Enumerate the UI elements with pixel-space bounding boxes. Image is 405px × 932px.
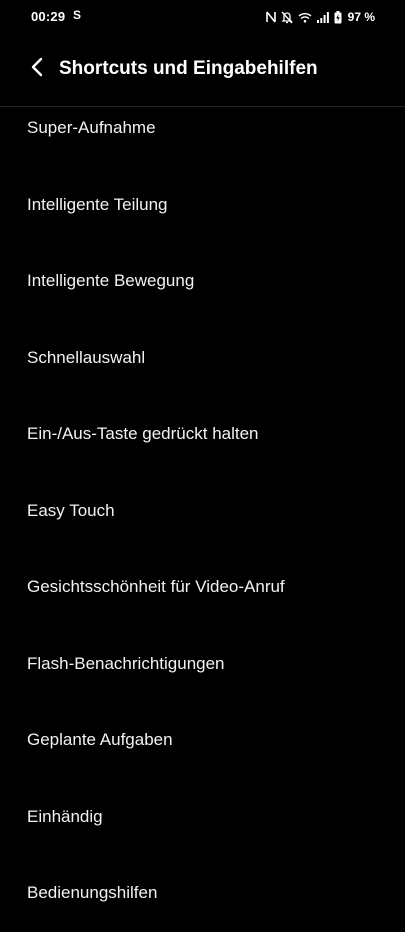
list-item-label: Easy Touch <box>27 500 115 520</box>
list-item-flash-benachrichtigungen[interactable]: Flash-Benachrichtigungen <box>0 626 405 703</box>
list-item-label: Gesichtsschönheit für Video-Anruf <box>27 577 285 596</box>
list-item-label: Flash-Benachrichtigungen <box>27 653 225 673</box>
signal-icon <box>316 11 329 23</box>
mute-icon <box>281 11 293 24</box>
nfc-icon <box>265 11 276 23</box>
list-item-geplante-aufgaben[interactable]: Geplante Aufgaben <box>0 702 405 779</box>
wifi-icon <box>298 12 312 23</box>
list-item-gesichtsschoenheit[interactable]: Gesichtsschönheit für Video-Anruf <box>0 549 405 626</box>
battery-percent: 97 % <box>347 10 375 24</box>
app-notification-icon: S <box>73 8 82 22</box>
list-item-bedienungshilfen[interactable]: Bedienungshilfen <box>0 855 405 932</box>
status-bar: 00:29 S 97 % <box>0 0 405 34</box>
list-item-label: Intelligente Teilung <box>27 194 168 214</box>
list-item-label: Ein-/Aus-Taste gedrückt halten <box>27 424 259 443</box>
list-item-label: Geplante Aufgaben <box>27 730 173 749</box>
status-icons: 97 % <box>265 8 375 26</box>
list-item-einhaendig[interactable]: Einhändig <box>0 779 405 856</box>
status-time: 00:29 <box>31 9 66 24</box>
list-item-label: Super-Aufnahme <box>27 118 156 137</box>
list-item-intelligente-teilung[interactable]: Intelligente Teilung <box>0 167 405 244</box>
list-item-schnellauswahl[interactable]: Schnellauswahl <box>0 320 405 397</box>
list-item-label: Bedienungshilfen <box>27 883 158 902</box>
battery-charging-icon <box>334 10 342 24</box>
page-title: Shortcuts und Eingabehilfen <box>59 58 318 79</box>
list-item-easy-touch[interactable]: Easy Touch <box>0 473 405 550</box>
list-item-label: Einhändig <box>27 806 103 826</box>
list-item-super-aufnahme[interactable]: Super-Aufnahme <box>0 90 405 167</box>
chevron-left-icon <box>30 57 44 82</box>
list-item-ein-aus-taste[interactable]: Ein-/Aus-Taste gedrückt halten <box>0 396 405 473</box>
list-item-label: Intelligente Bewegung <box>27 271 195 290</box>
settings-list: Super-Aufnahme Intelligente Teilung Inte… <box>0 90 405 932</box>
list-item-label: Schnellauswahl <box>27 347 146 367</box>
back-button[interactable] <box>22 54 52 84</box>
list-item-intelligente-bewegung[interactable]: Intelligente Bewegung <box>0 243 405 320</box>
